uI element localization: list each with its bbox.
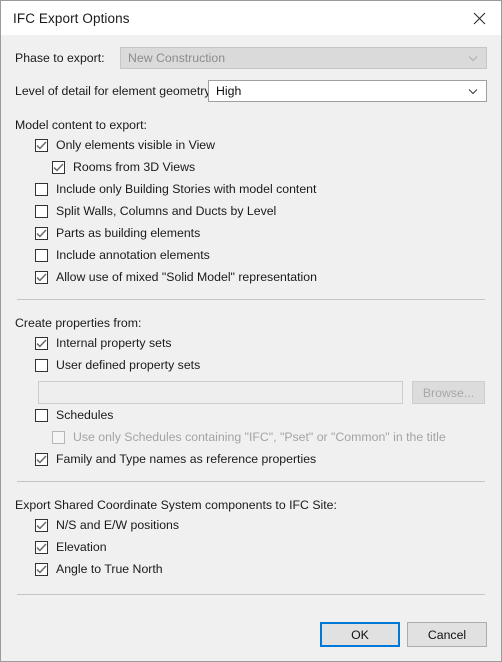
shared-coordinates-checkbox-row[interactable]: Angle to True North (35, 558, 487, 580)
level-of-detail-value: High (216, 84, 242, 98)
model-content-checkbox-row[interactable]: Parts as building elements (35, 222, 487, 244)
ok-button[interactable]: OK (320, 622, 400, 647)
shared-coordinates-checkbox-label: Angle to True North (56, 562, 163, 576)
shared-coordinates-checkbox-group: N/S and E/W positions Elevation Angle to T… (15, 514, 487, 580)
model-content-section-label: Model content to export: (15, 118, 147, 132)
phase-to-export-dropdown[interactable]: New Construction (120, 47, 487, 69)
phase-to-export-row: Phase to export: New Construction (15, 47, 487, 69)
model-content-checkbox-label: Rooms from 3D Views (73, 160, 196, 174)
level-of-detail-label: Level of detail for element geometry: (15, 84, 214, 98)
checkbox-checked-icon[interactable] (35, 452, 48, 466)
shared-coordinates-section-label: Export Shared Coordinate System componen… (15, 498, 337, 512)
model-content-checkbox-row[interactable]: Include only Building Stories with model… (35, 178, 487, 200)
model-content-checkbox-row[interactable]: Include annotation elements (35, 244, 487, 266)
checkbox-unchecked-icon[interactable] (35, 182, 48, 196)
checkbox-checked-icon[interactable] (35, 336, 48, 350)
checkbox-checked-icon[interactable] (52, 160, 65, 174)
create-properties-checkbox-label: Use only Schedules containing "IFC", "Ps… (73, 430, 446, 444)
checkbox-checked-icon[interactable] (35, 270, 48, 284)
model-content-checkbox-group: Only elements visible in View Rooms from … (15, 134, 487, 288)
create-properties-section-label: Create properties from: (15, 316, 142, 330)
model-content-checkbox-label: Include only Building Stories with model… (56, 182, 317, 196)
chevron-down-icon (468, 53, 478, 63)
footer-divider (17, 594, 485, 595)
checkbox-checked-icon[interactable] (35, 518, 48, 532)
checkbox-unchecked-icon[interactable] (35, 204, 48, 218)
close-icon[interactable] (457, 1, 501, 35)
model-content-checkbox-row[interactable]: Rooms from 3D Views (52, 156, 487, 178)
checkbox-unchecked-icon[interactable] (35, 248, 48, 262)
ifc-export-options-dialog: IFC Export Options Phase to export: New … (0, 0, 502, 662)
chevron-down-icon (468, 86, 478, 96)
create-properties-checkbox-label: Internal property sets (56, 336, 172, 350)
create-properties-checkbox-group: Internal property sets User defined prope… (15, 332, 487, 376)
level-of-detail-row: Level of detail for element geometry: Hi… (15, 80, 487, 102)
section-divider (17, 299, 485, 300)
section-divider (17, 481, 485, 482)
model-content-checkbox-row[interactable]: Allow use of mixed "Solid Model" represe… (35, 266, 487, 288)
browse-button[interactable]: Browse... (412, 381, 485, 404)
checkbox-unchecked-icon (52, 430, 65, 444)
checkbox-unchecked-icon[interactable] (35, 408, 48, 422)
model-content-checkbox-label: Split Walls, Columns and Ducts by Level (56, 204, 277, 218)
shared-coordinates-checkbox-row[interactable]: N/S and E/W positions (35, 514, 487, 536)
create-properties-checkbox-row[interactable]: Family and Type names as reference prope… (35, 448, 487, 470)
create-properties-checkbox-label: User defined property sets (56, 358, 201, 372)
checkbox-checked-icon[interactable] (35, 562, 48, 576)
title-bar: IFC Export Options (1, 1, 501, 35)
checkbox-checked-icon[interactable] (35, 226, 48, 240)
model-content-checkbox-row[interactable]: Split Walls, Columns and Ducts by Level (35, 200, 487, 222)
create-properties-checkbox-group-2: Schedules Use only Schedules containing "… (15, 404, 487, 470)
model-content-checkbox-label: Allow use of mixed "Solid Model" represe… (56, 270, 317, 284)
level-of-detail-dropdown[interactable]: High (208, 80, 487, 102)
dialog-title: IFC Export Options (13, 10, 130, 26)
shared-coordinates-checkbox-label: N/S and E/W positions (56, 518, 180, 532)
shared-coordinates-checkbox-row[interactable]: Elevation (35, 536, 487, 558)
create-properties-checkbox-row[interactable]: User defined property sets (35, 354, 487, 376)
create-properties-checkbox-row: Use only Schedules containing "IFC", "Ps… (52, 426, 487, 448)
property-sets-path-input[interactable] (38, 381, 403, 404)
create-properties-checkbox-label: Family and Type names as reference prope… (56, 452, 317, 466)
model-content-checkbox-label: Include annotation elements (56, 248, 210, 262)
model-content-checkbox-row[interactable]: Only elements visible in View (35, 134, 487, 156)
create-properties-checkbox-row[interactable]: Internal property sets (35, 332, 487, 354)
shared-coordinates-checkbox-label: Elevation (56, 540, 107, 554)
checkbox-checked-icon[interactable] (35, 138, 48, 152)
phase-to-export-label: Phase to export: (15, 51, 105, 65)
phase-to-export-value: New Construction (128, 51, 226, 65)
dialog-footer: OK Cancel (15, 622, 487, 647)
checkbox-unchecked-icon[interactable] (35, 358, 48, 372)
user-defined-property-sets-path-row: Browse... (38, 381, 485, 404)
create-properties-checkbox-label: Schedules (56, 408, 114, 422)
model-content-checkbox-label: Only elements visible in View (56, 138, 216, 152)
create-properties-checkbox-row[interactable]: Schedules (35, 404, 487, 426)
model-content-checkbox-label: Parts as building elements (56, 226, 201, 240)
dialog-body: Phase to export: New Construction Level … (1, 35, 501, 661)
checkbox-checked-icon[interactable] (35, 540, 48, 554)
cancel-button[interactable]: Cancel (407, 622, 487, 647)
